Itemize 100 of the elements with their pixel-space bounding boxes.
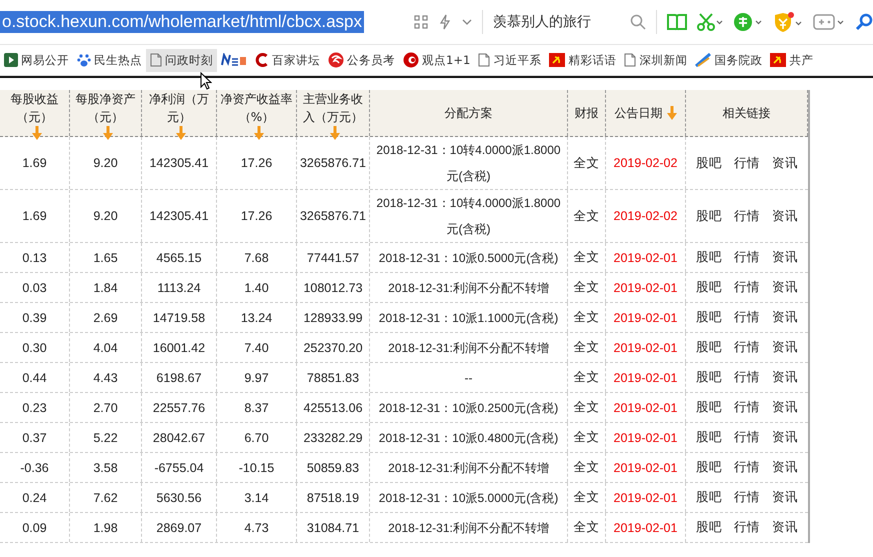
related-link[interactable]: 行情 [734,489,760,506]
sort-arrow-icon[interactable] [32,126,42,140]
related-link[interactable]: 行情 [734,249,760,266]
related-link[interactable]: 资讯 [772,399,798,416]
related-link[interactable]: 行情 [734,459,760,476]
table-cell: 9.20 [70,137,142,189]
bookmark-item[interactable]: 民生热点 [73,48,146,72]
table-cell: 5.22 [70,423,142,452]
gamepad-icon[interactable] [813,13,845,31]
related-link[interactable]: 股吧 [696,309,722,326]
report-link[interactable]: 全文 [574,208,600,224]
report-link[interactable]: 全文 [574,154,600,172]
bookmark-item[interactable]: 观点1+1 [399,48,474,72]
related-link[interactable]: 股吧 [696,249,722,266]
related-link[interactable]: 行情 [734,279,760,296]
table-cell: 2018-12-31:利润不分配不转增 [370,273,568,302]
lightning-icon[interactable] [438,14,452,30]
book-icon[interactable] [667,13,687,31]
related-link[interactable]: 股吧 [696,399,722,416]
ring-logo-icon [403,52,419,68]
table-cell: -10.15 [217,453,297,482]
report-link[interactable]: 全文 [574,279,600,296]
chevron-down-icon[interactable] [462,19,472,25]
bookmark-item[interactable]: 网易公开 [0,48,73,72]
related-link[interactable]: 股吧 [696,208,722,224]
bookmark-item[interactable]: 公务员考 [324,48,399,72]
scissors-icon[interactable] [697,13,723,31]
related-link[interactable]: 资讯 [772,519,798,536]
report-link[interactable]: 全文 [574,339,600,356]
table-cell: 233282.29 [297,423,370,452]
table-cell: 1.98 [70,513,142,542]
sort-arrow-icon[interactable] [666,106,676,120]
related-link[interactable]: 行情 [734,339,760,356]
related-link[interactable]: 股吧 [696,429,722,446]
shield-icon[interactable] [773,11,803,33]
report-link[interactable]: 全文 [574,429,600,446]
report-link[interactable]: 全文 [574,489,600,506]
column-header[interactable]: 每股收益（元） [0,90,70,136]
sort-arrow-icon[interactable] [176,126,186,140]
table-cell: 78851.83 [297,363,370,392]
related-link[interactable]: 资讯 [772,459,798,476]
sort-arrow-icon[interactable] [254,126,264,140]
related-link[interactable]: 资讯 [772,154,798,172]
related-link[interactable]: 资讯 [772,429,798,446]
bookmark-item[interactable]: 问政时刻 [146,48,217,72]
related-link[interactable]: 行情 [734,429,760,446]
search-icon[interactable] [630,14,646,30]
report-link[interactable]: 全文 [574,399,600,416]
bookmark-item[interactable]: 百家讲坛 [251,48,324,72]
column-header[interactable]: 净利润（万元） [142,90,217,136]
table-cell: 7.68 [217,243,297,272]
search-field[interactable]: 羡慕别人的旅行 [492,13,620,31]
related-link[interactable]: 资讯 [772,339,798,356]
related-link[interactable]: 股吧 [696,279,722,296]
column-header[interactable]: 主营业务收入（万元） [297,90,370,136]
related-link[interactable]: 股吧 [696,459,722,476]
table-cell: 0.24 [0,483,70,512]
column-header[interactable]: 净资产收益率（%） [217,90,297,136]
grid-icon[interactable] [414,15,428,29]
address-field[interactable]: o.stock.hexun.com/wholemarket/html/cbcx.aspx [0,11,364,33]
column-header[interactable]: 公告日期 [606,90,686,136]
related-link[interactable]: 资讯 [772,309,798,326]
table-cell: 1.65 [70,243,142,272]
bookmark-item[interactable]: 共产 [766,48,818,72]
related-link[interactable]: 行情 [734,519,760,536]
report-link[interactable]: 全文 [574,309,600,326]
report-link[interactable]: 全文 [574,459,600,476]
report-link[interactable]: 全文 [574,369,600,386]
bookmark-item[interactable]: 国务院政 [691,48,766,72]
related-link[interactable]: 股吧 [696,154,722,172]
table-cell: 2018-12-31：10派0.4800元(含税) [370,423,568,452]
related-link[interactable]: 股吧 [696,489,722,506]
sort-arrow-icon[interactable] [102,126,112,140]
table-cell: 3265876.71 [297,190,370,242]
related-link[interactable]: 资讯 [772,249,798,266]
sort-arrow-icon[interactable] [330,126,340,140]
bookmark-item[interactable]: 深圳新闻 [620,48,692,72]
related-link[interactable]: 资讯 [772,489,798,506]
bookmark-item[interactable]: 习近平系 [474,48,546,72]
report-link[interactable]: 全文 [574,519,600,536]
table-cell: 13.24 [217,303,297,332]
table-cell: 28042.67 [142,423,217,452]
cursor-icon [200,72,212,90]
related-link[interactable]: 股吧 [696,519,722,536]
related-link[interactable]: 行情 [734,309,760,326]
column-header[interactable]: 每股净资产（元） [70,90,142,136]
related-link[interactable]: 资讯 [772,279,798,296]
related-link[interactable]: 股吧 [696,339,722,356]
related-link[interactable]: 行情 [734,399,760,416]
related-link[interactable]: 股吧 [696,369,722,386]
search-icon[interactable] [855,13,873,31]
related-link[interactable]: 行情 [734,369,760,386]
related-link[interactable]: 行情 [734,154,760,172]
related-link[interactable]: 资讯 [772,369,798,386]
related-link[interactable]: 资讯 [772,208,798,224]
table-cell: 0.09 [0,513,70,542]
bookmark-item[interactable]: 精彩话语 [545,48,620,72]
table-cell: 2.70 [70,393,142,422]
report-link[interactable]: 全文 [574,249,600,266]
related-link[interactable]: 行情 [734,208,760,224]
